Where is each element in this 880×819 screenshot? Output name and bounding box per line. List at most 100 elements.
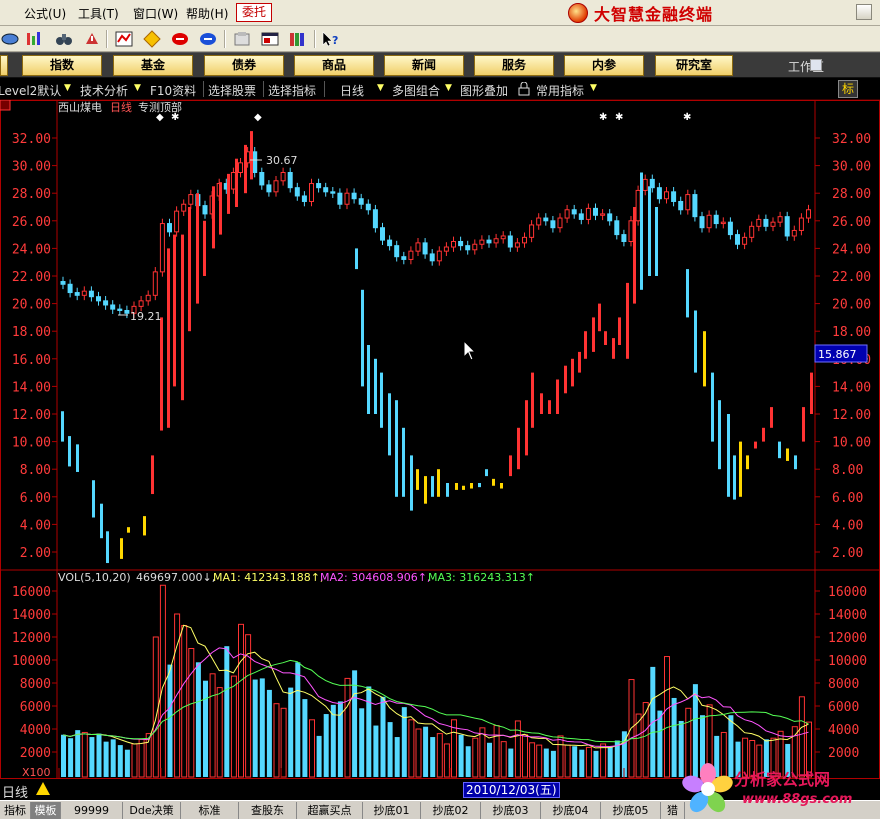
bars-icon[interactable] (24, 30, 44, 48)
diamond-icon[interactable] (142, 30, 162, 48)
alarm-icon[interactable] (82, 30, 102, 48)
vol-tick-label-left: 12000 (12, 631, 51, 646)
price-tick-label-left: 30.00 (12, 160, 51, 175)
candle (472, 243, 478, 251)
overlay-chart[interactable]: 图形叠加 (460, 82, 508, 99)
note-icon[interactable] (232, 30, 252, 48)
window-icon[interactable] (260, 30, 280, 48)
multi-chart[interactable]: 多图组合 (392, 82, 440, 99)
ind-tab-10[interactable]: 抄底04 (541, 802, 601, 819)
candle (337, 192, 343, 205)
entrust-button[interactable]: 委托 (236, 3, 272, 22)
price-tick-label-left: 4.00 (20, 518, 51, 533)
candle (614, 220, 620, 236)
menu-help[interactable]: 帮助(H) (186, 5, 228, 22)
period-daily[interactable]: 日线 (340, 82, 364, 99)
blue-tag-icon[interactable] (198, 30, 218, 48)
ind-tab-8[interactable]: 抄底02 (421, 802, 481, 819)
minimize-button[interactable] (856, 4, 872, 20)
triangle-up-icon[interactable] (36, 782, 50, 795)
chevron-down-icon[interactable]: ▼ (445, 83, 454, 94)
volume-bar (330, 704, 336, 777)
volume-bar (487, 742, 492, 777)
ind-tab-11[interactable]: 抄底05 (601, 802, 661, 819)
ind-tab-7[interactable]: 抄底01 (363, 802, 421, 819)
nav-tab-news[interactable]: 新闻 (384, 55, 464, 76)
price-tick-label-left: 20.00 (12, 298, 51, 313)
indicator-stick (361, 289, 364, 387)
candle (96, 296, 101, 302)
price-tick-label-left: 22.00 (12, 270, 51, 285)
volume-bar (493, 725, 500, 778)
help-pointer-icon[interactable]: ? (320, 30, 340, 48)
ind-tab-4[interactable]: 标准 (181, 802, 239, 819)
mark-button[interactable]: 标 (838, 80, 858, 98)
candle (720, 221, 726, 225)
nav-tab-fund[interactable]: 基金 (113, 55, 193, 76)
chevron-down-icon[interactable]: ▼ (377, 83, 386, 94)
brand-banner: 大智慧金融终端 (568, 2, 713, 24)
chart-area[interactable]: 32.00 32.00 30.00 30.00 28.00 28.00 26.00 26.00… (0, 100, 880, 780)
chevron-down-icon[interactable]: ▼ (590, 83, 599, 94)
volume-bar (430, 737, 436, 777)
candle (763, 218, 769, 227)
indicator-stick (485, 469, 488, 477)
chevron-down-icon[interactable]: ▼ (134, 83, 143, 94)
select-stock[interactable]: 选择股票 (208, 82, 256, 99)
ind-tab-9[interactable]: 抄底03 (481, 802, 541, 819)
ind-tab-6[interactable]: 超赢买点 (297, 802, 363, 819)
candle (522, 236, 527, 244)
candle (167, 223, 172, 233)
kline-chart[interactable]: 32.00 32.00 30.00 30.00 28.00 28.00 26.00 26.00… (0, 100, 880, 780)
candle (706, 214, 712, 229)
period-label[interactable]: 日线 (2, 782, 28, 801)
ind-tab-2[interactable]: 99999 (61, 802, 123, 819)
binoculars-icon[interactable] (54, 30, 74, 48)
ind-tab-1[interactable]: 模板 (31, 802, 61, 819)
select-indicator[interactable]: 选择指标 (268, 82, 316, 99)
indicator-stick (633, 207, 636, 304)
candle (514, 242, 520, 248)
high-price-mark: 30.67 (266, 154, 298, 167)
candle (742, 236, 748, 245)
nav-tab-commodity[interactable]: 商品 (294, 55, 374, 76)
vol-tick-label-right: 14000 (828, 608, 867, 623)
tech-analysis[interactable]: 技术分析 (80, 82, 128, 99)
nav-tab-index[interactable]: 指数 (22, 55, 102, 76)
chevron-down-icon[interactable] (810, 59, 822, 71)
indicator-stick (388, 393, 391, 456)
nav-tab-research[interactable]: 研究室 (655, 55, 733, 76)
menu-window[interactable]: 窗口(W) (133, 5, 178, 22)
indicator-stick (592, 317, 595, 352)
nav-tab-bond[interactable]: 债券 (204, 55, 284, 76)
indicator-stick (68, 436, 71, 467)
indicator-stick (686, 269, 689, 318)
indicator-stick (500, 483, 503, 489)
volume-bar (230, 675, 237, 778)
link-icon[interactable] (0, 30, 20, 48)
indicator-stick (250, 131, 253, 180)
chevron-down-icon[interactable]: ▼ (64, 83, 73, 94)
indicator-stick (424, 476, 427, 504)
level2-default[interactable]: Level2默认 (0, 82, 61, 99)
nav-tab-insider[interactable]: 内参 (564, 55, 644, 76)
ind-tab-3[interactable]: Dde决策 (123, 802, 181, 819)
indicator-stick (733, 455, 736, 500)
f10-info[interactable]: F10资料 (150, 82, 196, 99)
candle (202, 205, 208, 215)
flower-logo-icon (682, 763, 733, 813)
common-indicators[interactable]: 常用指标 (536, 82, 584, 99)
lock-icon[interactable] (518, 82, 530, 96)
candle (351, 192, 357, 200)
indicator-stick (598, 303, 601, 332)
books-icon[interactable] (288, 30, 308, 48)
candle (536, 217, 542, 226)
ind-tab-5[interactable]: 查股东 (239, 802, 297, 819)
red-tag-icon[interactable] (170, 30, 190, 48)
menu-tools[interactable]: 工具(T) (78, 5, 119, 22)
chart-icon[interactable] (114, 30, 134, 48)
menu-formula[interactable]: 公式(U) (24, 5, 66, 22)
ind-tab-0[interactable]: 指标 (0, 802, 31, 819)
indicator-stick (564, 365, 567, 394)
nav-tab-service[interactable]: 服务 (474, 55, 554, 76)
